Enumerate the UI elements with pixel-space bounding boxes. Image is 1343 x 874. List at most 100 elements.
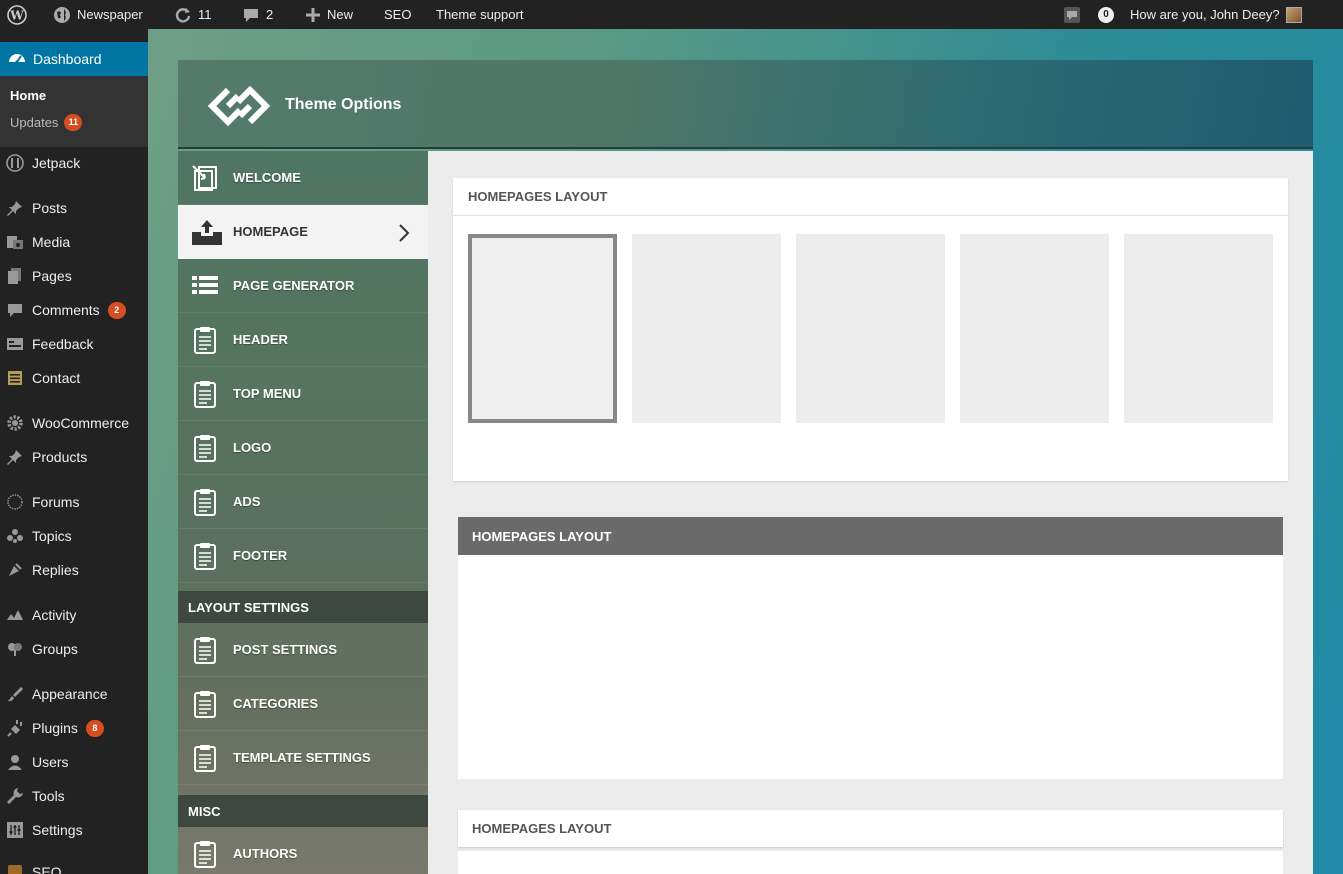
theme-options-panel: Theme Options WELCOME HOMEPAGE PAGE GENERA… bbox=[178, 60, 1313, 874]
menu-label-plugins: Plugins bbox=[32, 720, 78, 736]
user-account-menu[interactable]: How are you, John Deey? bbox=[1130, 0, 1302, 29]
menu-item-contact[interactable]: Contact bbox=[0, 361, 148, 395]
seo-label: SEO bbox=[384, 7, 412, 22]
nav-item-ads[interactable]: ADS bbox=[178, 475, 428, 529]
menu-item-seo[interactable]: SEO bbox=[0, 855, 148, 874]
clipboard-icon bbox=[191, 380, 219, 408]
layout-thumbnail-3[interactable] bbox=[796, 234, 945, 423]
notifications-count-badge[interactable]: 0 bbox=[1098, 0, 1114, 29]
welcome-icon bbox=[191, 164, 219, 192]
nav-item-post-settings[interactable]: POST SETTINGS bbox=[178, 623, 428, 677]
replies-icon bbox=[6, 561, 24, 579]
layout-thumbnail-4[interactable] bbox=[960, 234, 1109, 423]
menu-label-dashboard: Dashboard bbox=[33, 51, 102, 67]
homepages-layout-panel: HOMEPAGES LAYOUT bbox=[458, 517, 1283, 779]
submenu-updates-label: Updates bbox=[10, 115, 59, 130]
nav-item-page-generator[interactable]: PAGE GENERATOR bbox=[178, 259, 428, 313]
plugins-badge: 8 bbox=[85, 719, 104, 737]
nav-item-footer[interactable]: FOOTER bbox=[178, 529, 428, 583]
menu-item-topics[interactable]: Topics bbox=[0, 519, 148, 553]
menu-item-replies[interactable]: Replies bbox=[0, 553, 148, 587]
theme-support-link[interactable]: Theme support bbox=[436, 0, 523, 29]
menu-item-settings[interactable]: Settings bbox=[0, 813, 148, 847]
dashboard-icon bbox=[9, 54, 25, 64]
menu-label-activity: Activity bbox=[32, 607, 77, 623]
nav-item-logo[interactable]: LOGO bbox=[178, 421, 428, 475]
homepages-layout-section-header[interactable]: HOMEPAGES LAYOUT bbox=[458, 810, 1283, 847]
theme-options-title: Theme Options bbox=[285, 96, 402, 113]
nav-item-authors[interactable]: AUTHORS bbox=[178, 827, 428, 874]
wordpress-logo-icon[interactable]: W bbox=[7, 0, 27, 29]
dashboard-submenu: Home Updates 11 bbox=[0, 76, 148, 147]
pin-icon bbox=[6, 199, 24, 217]
svg-text:W: W bbox=[9, 8, 24, 22]
menu-item-forums[interactable]: Forums bbox=[0, 485, 148, 519]
nav-label-footer: FOOTER bbox=[233, 548, 288, 563]
menu-item-feedback[interactable]: Feedback bbox=[0, 327, 148, 361]
menu-item-posts[interactable]: Posts bbox=[0, 191, 148, 225]
menu-item-groups[interactable]: Groups bbox=[0, 632, 148, 666]
menu-item-tools[interactable]: Tools bbox=[0, 779, 148, 813]
pin-icon bbox=[6, 448, 24, 466]
menu-label-feedback: Feedback bbox=[32, 336, 94, 352]
menu-label-replies: Replies bbox=[32, 562, 79, 578]
menu-item-woocommerce[interactable]: WooCommerce bbox=[0, 406, 148, 440]
avatar bbox=[1285, 6, 1302, 23]
nav-label-template-settings: TEMPLATE SETTINGS bbox=[233, 750, 371, 765]
nav-item-welcome[interactable]: WELCOME bbox=[178, 151, 428, 205]
menu-item-pages[interactable]: Pages bbox=[0, 259, 148, 293]
comment-icon bbox=[6, 301, 24, 319]
theme-options-nav: WELCOME HOMEPAGE PAGE GENERATOR HEADER TOP M… bbox=[178, 151, 428, 874]
menu-item-jetpack[interactable]: Jetpack bbox=[0, 146, 148, 180]
nav-item-header[interactable]: HEADER bbox=[178, 313, 428, 367]
menu-item-plugins[interactable]: Plugins 8 bbox=[0, 711, 148, 745]
notifications-icon[interactable] bbox=[1063, 0, 1081, 29]
theme-logo-icon bbox=[207, 85, 271, 127]
nav-label-ads: ADS bbox=[233, 494, 261, 509]
updates-count: 11 bbox=[198, 7, 212, 22]
menu-label-seo: SEO bbox=[32, 864, 62, 874]
menu-item-activity[interactable]: Activity bbox=[0, 598, 148, 632]
nav-item-categories[interactable]: CATEGORIES bbox=[178, 677, 428, 731]
menu-item-appearance[interactable]: Appearance bbox=[0, 677, 148, 711]
comments-badge: 2 bbox=[107, 301, 126, 319]
nav-label-categories: CATEGORIES bbox=[233, 696, 318, 711]
menu-label-forums: Forums bbox=[32, 494, 80, 510]
section-misc: MISC bbox=[178, 795, 428, 827]
nav-item-top-menu[interactable]: TOP MENU bbox=[178, 367, 428, 421]
settings-icon bbox=[6, 821, 24, 839]
nav-label-authors: AUTHORS bbox=[233, 846, 298, 861]
site-name-link[interactable]: Newspaper bbox=[53, 0, 143, 29]
nav-label-header: HEADER bbox=[233, 332, 288, 347]
menu-item-products[interactable]: Products bbox=[0, 440, 148, 474]
menu-item-media[interactable]: Media bbox=[0, 225, 148, 259]
layout-thumbnail-1[interactable] bbox=[468, 234, 617, 423]
seo-link[interactable]: SEO bbox=[384, 0, 411, 29]
layout-thumbnail-2[interactable] bbox=[632, 234, 781, 423]
admin-bar: W Newspaper 11 2 New SEO Theme support 0… bbox=[0, 0, 1343, 29]
nav-label-logo: LOGO bbox=[233, 440, 272, 455]
submenu-updates[interactable]: Updates 11 bbox=[10, 114, 83, 131]
clipboard-icon bbox=[191, 744, 219, 772]
panel-title: HOMEPAGES LAYOUT bbox=[458, 517, 1283, 555]
nav-item-homepage[interactable]: HOMEPAGE bbox=[178, 205, 428, 259]
clipboard-icon bbox=[191, 326, 219, 354]
menu-label-products: Products bbox=[32, 449, 88, 465]
comments-link[interactable]: 2 bbox=[242, 0, 273, 29]
layout-thumbnail-5[interactable] bbox=[1124, 234, 1273, 423]
clipboard-icon bbox=[191, 636, 219, 664]
clipboard-icon bbox=[191, 488, 219, 516]
menu-item-comments[interactable]: Comments 2 bbox=[0, 293, 148, 327]
list-icon bbox=[191, 272, 219, 300]
nav-label-welcome: WELCOME bbox=[233, 170, 301, 185]
updates-link[interactable]: 11 bbox=[174, 0, 212, 29]
menu-item-dashboard[interactable]: Dashboard bbox=[0, 42, 148, 76]
submenu-home-label: Home bbox=[10, 88, 47, 103]
globe-icon bbox=[54, 6, 70, 23]
theme-support-label: Theme support bbox=[436, 7, 524, 22]
nav-item-template-settings[interactable]: TEMPLATE SETTINGS bbox=[178, 731, 428, 785]
new-content-link[interactable]: New bbox=[305, 0, 353, 29]
submenu-home[interactable]: Home bbox=[10, 88, 46, 103]
menu-label-settings: Settings bbox=[32, 822, 83, 838]
menu-item-users[interactable]: Users bbox=[0, 745, 148, 779]
